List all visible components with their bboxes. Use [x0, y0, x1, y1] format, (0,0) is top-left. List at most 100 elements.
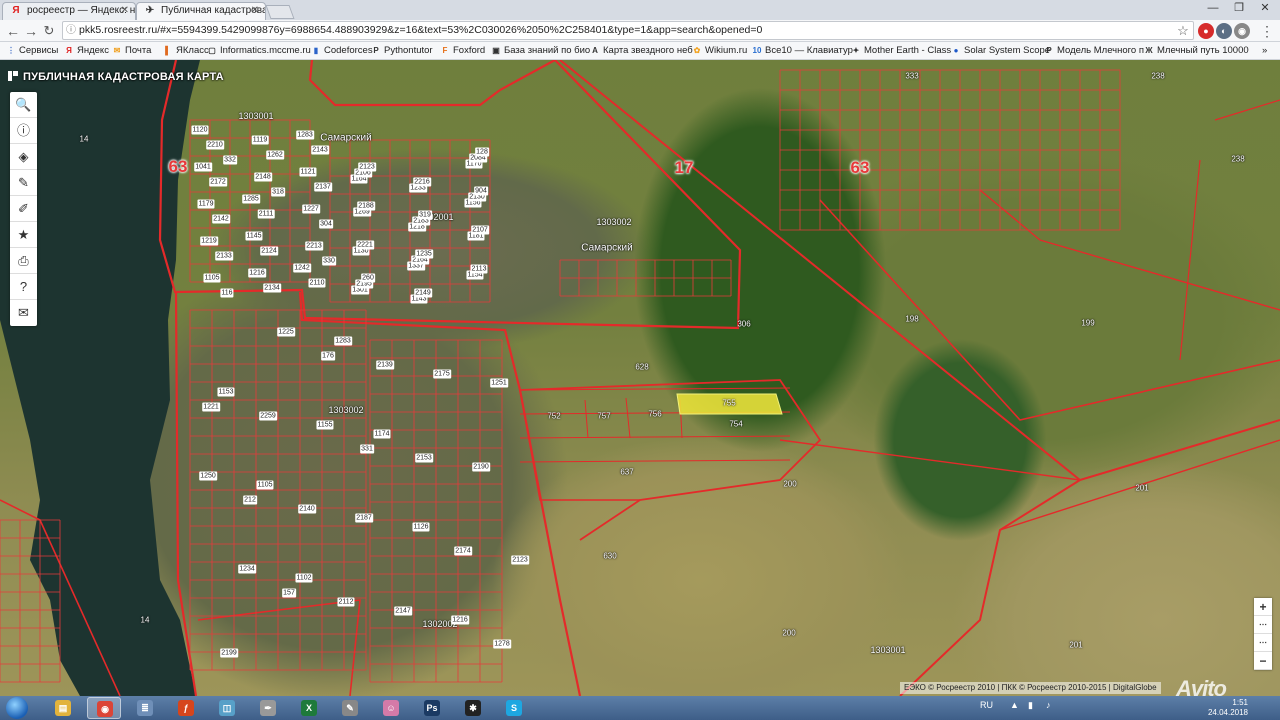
zoom-in-button[interactable]: + [1254, 598, 1272, 616]
parcel-label[interactable]: 176 [321, 351, 335, 361]
bookmark-item[interactable]: ▢ Informatics.mccme.ru [207, 44, 311, 58]
close-icon[interactable]: ✕ [121, 3, 129, 19]
parcel-label[interactable]: 1216 [248, 268, 266, 278]
extension-icon[interactable]: ◉ [1234, 23, 1250, 39]
taskbar-app-button[interactable]: ✱ [456, 697, 490, 719]
parcel-label[interactable]: 1283 [334, 336, 352, 346]
parcel-label[interactable]: 200 [782, 629, 795, 638]
back-icon[interactable]: ← [4, 22, 22, 40]
bookmark-item[interactable]: P Pythontutor [371, 44, 432, 58]
parcel-label[interactable]: 200 [783, 480, 796, 489]
bookmark-star-icon[interactable]: ☆ [1174, 22, 1192, 40]
parcel-label[interactable]: 201 [1135, 484, 1148, 493]
parcel-label[interactable]: 2187 [355, 513, 373, 523]
parcel-label[interactable]: 1121 [299, 167, 317, 177]
parcel-label[interactable]: 2140 [298, 504, 316, 514]
parcel-label[interactable]: 331 [360, 444, 374, 454]
star-icon[interactable]: ★ [10, 222, 37, 248]
cadastral-map[interactable]: ПУБЛИЧНАЯ КАДАСТРОВАЯ КАРТА 🔍 ⓘ ◈ ✎ ✐ ★ ⎙? ✉ 63… [0, 60, 1280, 696]
bookmark-item[interactable]: ✦ Mother Earth - Class [851, 44, 951, 58]
parcel-label[interactable]: 1242 [293, 263, 311, 273]
parcel-label[interactable]: 306 [737, 320, 750, 329]
parcel-label[interactable]: 2107 [471, 225, 489, 235]
clock[interactable]: 1:51 24.04.2018 [1208, 698, 1248, 718]
parcel-label[interactable]: 2123 [511, 555, 529, 565]
parcel-label[interactable]: 199 [1081, 319, 1094, 328]
parcel-label[interactable]: 1283 [296, 130, 314, 140]
parcel-label[interactable]: 1278 [493, 639, 511, 649]
pencil-icon[interactable]: ✎ [10, 170, 37, 196]
parcel-label[interactable]: 157 [282, 588, 296, 598]
tab-yandex-search[interactable]: Я росреестр — Яндекс: на ✕ [2, 2, 136, 20]
parcel-label[interactable]: 238 [1151, 72, 1164, 81]
parcel-label[interactable]: 1262 [266, 150, 284, 160]
parcel-label[interactable]: 2216 [413, 177, 431, 187]
parcel-label[interactable]: 2147 [394, 606, 412, 616]
parcel-label[interactable]: 330 [322, 256, 336, 266]
close-window-icon[interactable]: ✕ [1252, 0, 1278, 18]
bookmark-item[interactable]: ✿ Wikium.ru [692, 44, 748, 58]
tray-arrow-icon[interactable]: ▲ [1010, 700, 1019, 710]
bookmark-item[interactable]: F Foxford [440, 44, 486, 58]
parcel-label[interactable]: 2110 [308, 278, 326, 288]
taskbar-app-button[interactable]: X [292, 697, 326, 719]
parcel-label[interactable]: 2190 [472, 462, 490, 472]
parcel-label[interactable]: 2259 [259, 411, 277, 421]
parcel-label[interactable]: 1216 [451, 615, 469, 625]
parcel-label[interactable]: 1153 [217, 387, 235, 397]
parcel-label[interactable]: 2133 [215, 251, 233, 261]
parcel-label[interactable]: 2175 [433, 369, 451, 379]
parcel-label[interactable]: 756 [648, 410, 661, 419]
menu-icon[interactable]: ⋮ [1258, 22, 1276, 40]
parcel-label[interactable]: 128 [475, 147, 489, 157]
bookmark-item[interactable]: Я Яндекс [64, 44, 109, 58]
extension-icon[interactable]: ◐ [1216, 23, 1232, 39]
maximize-icon[interactable]: ❐ [1226, 0, 1252, 18]
layers-icon[interactable]: ◈ [10, 144, 37, 170]
parcel-label[interactable]: 2213 [305, 241, 323, 251]
parcel-label[interactable]: 2221 [356, 240, 374, 250]
parcel-label[interactable]: 2134 [263, 283, 281, 293]
parcel-label[interactable]: 1105 [256, 480, 274, 490]
parcel-label[interactable]: 1227 [302, 204, 320, 214]
parcel-label[interactable]: 1119 [251, 135, 269, 145]
parcel-label[interactable]: 630 [603, 552, 616, 561]
parcel-label[interactable]: 318 [271, 187, 285, 197]
parcel-label[interactable]: 2113 [470, 264, 488, 274]
parcel-label[interactable]: 757 [597, 412, 610, 421]
bookmark-item[interactable]: ✉ Почта [112, 44, 152, 58]
parcel-label[interactable]: 2199 [220, 648, 238, 658]
taskbar-app-button[interactable]: ƒ [169, 697, 203, 719]
taskbar-app-button[interactable]: S [497, 697, 531, 719]
bookmark-item[interactable]: ▣ База знаний по био [491, 44, 590, 58]
taskbar-app-button[interactable]: ☺ [374, 697, 408, 719]
parcel-label[interactable]: 2210 [206, 140, 224, 150]
parcel-label[interactable]: 1120 [191, 125, 209, 135]
parcel-label[interactable]: 752 [547, 412, 560, 421]
taskbar-app-button[interactable]: ◫ [210, 697, 244, 719]
parcel-label[interactable]: 2111 [257, 209, 275, 219]
extension-icon[interactable]: ● [1198, 23, 1214, 39]
parcel-label[interactable]: 2174 [454, 546, 472, 556]
minimize-icon[interactable]: — [1200, 0, 1226, 18]
parcel-label[interactable]: 116 [220, 288, 234, 298]
tab-cadastral-map[interactable]: ✈ Публичная кадастровая ✕ [136, 2, 266, 20]
parcel-label[interactable]: 1041 [194, 162, 212, 172]
parcel-label[interactable]: 2137 [314, 182, 332, 192]
parcel-label[interactable]: 2124 [260, 246, 278, 256]
parcel-label[interactable]: 238 [1231, 155, 1244, 164]
parcel-label[interactable]: 2172 [209, 177, 227, 187]
new-tab-button[interactable] [265, 5, 295, 19]
bookmark-item[interactable]: A Карта звездного неб [590, 44, 693, 58]
parcel-label[interactable]: 333 [905, 72, 918, 81]
parcel-label[interactable]: 14 [141, 616, 150, 625]
parcel-label[interactable]: 2112 [337, 597, 355, 607]
parcel-label[interactable]: 1250 [199, 471, 217, 481]
parcel-label[interactable]: 332 [223, 155, 237, 165]
bookmark-item[interactable]: ● Solar System Scope [951, 44, 1051, 58]
help-icon[interactable]: ? [10, 274, 37, 300]
parcel-label[interactable]: 1234 [238, 564, 256, 574]
bookmark-item[interactable]: P Модель Млечного п [1044, 44, 1144, 58]
url-input[interactable]: ⓘ pkk5.rosreestr.ru/#x=5594399.542909987… [62, 21, 1194, 40]
info-icon[interactable]: ⓘ [10, 118, 37, 144]
